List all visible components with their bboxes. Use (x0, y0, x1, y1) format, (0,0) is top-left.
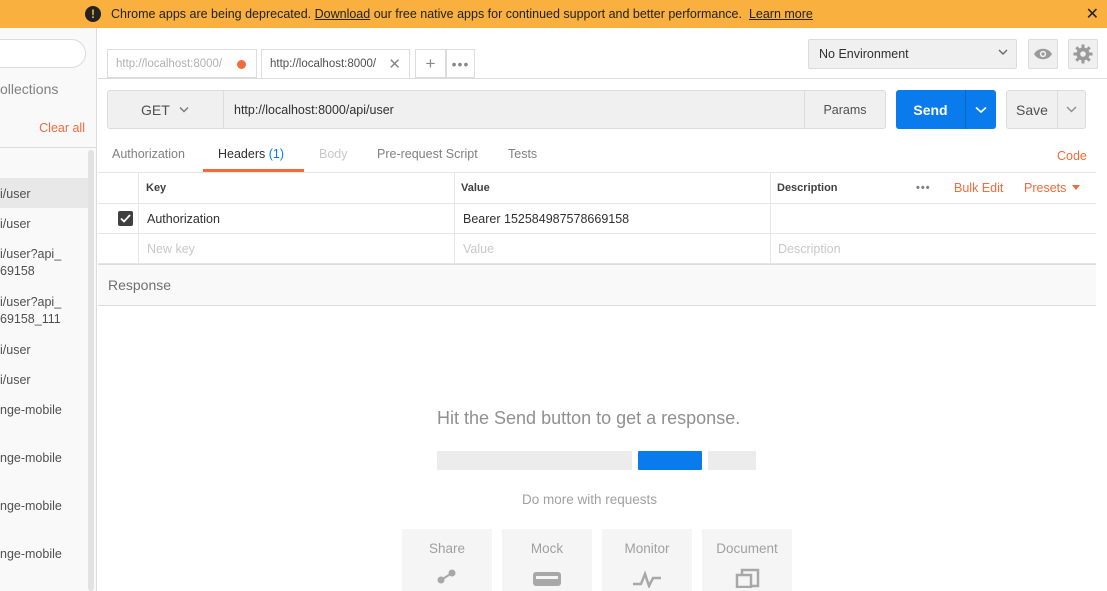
tab-body[interactable]: Body (319, 147, 348, 161)
card-mock[interactable]: Mock (502, 529, 592, 591)
response-header: Response (98, 264, 1096, 306)
method-select[interactable]: GET (107, 90, 224, 129)
checkbox-checked-icon (118, 211, 133, 226)
save-button[interactable]: Save (1006, 90, 1058, 129)
history-list: i/user i/user i/user?api_ 69158 i/user?a… (0, 178, 88, 586)
headers-table-head: Key Value Description ••• Bulk Edit Pres… (98, 172, 1096, 204)
gear-icon (1073, 44, 1093, 64)
header-value-cell[interactable]: Bearer 152584987578669158 (463, 204, 629, 233)
request-tab-2-label: http://localhost:8000/ (270, 57, 377, 70)
server-icon (533, 572, 561, 586)
headers-count: (1) (268, 147, 285, 161)
column-header-key: Key (146, 182, 167, 194)
chevron-down-icon (998, 49, 1008, 55)
send-button[interactable]: Send (896, 90, 965, 129)
card-monitor[interactable]: Monitor (602, 529, 692, 591)
close-tab-icon[interactable]: ✕ (388, 55, 401, 73)
history-item[interactable]: i/user (0, 334, 88, 364)
new-key-input[interactable]: New key (147, 234, 195, 263)
tabs-divider (98, 78, 1107, 79)
history-item[interactable]: nge-mobile (0, 442, 88, 490)
new-description-input[interactable]: Description (778, 234, 841, 263)
caret-down-icon (1072, 185, 1081, 190)
history-item[interactable]: i/user (0, 178, 88, 208)
new-value-input[interactable]: Value (463, 234, 494, 263)
presets-label: Presets (1024, 181, 1067, 195)
environment-quick-look-button[interactable] (1028, 39, 1058, 69)
column-header-value: Value (461, 182, 490, 194)
presets-dropdown[interactable]: Presets (1024, 173, 1081, 203)
eye-icon (1034, 48, 1052, 60)
params-button[interactable]: Params (804, 90, 886, 129)
share-icon (437, 569, 456, 584)
card-document[interactable]: Document (702, 529, 792, 591)
card-mock-label: Mock (530, 541, 564, 556)
tab-pre-request-script[interactable]: Pre-request Script (377, 147, 478, 161)
column-divider (454, 172, 455, 264)
column-divider (138, 172, 139, 264)
sidebar-tab-collections[interactable]: ollections (0, 81, 58, 97)
placeholder-bar (708, 451, 756, 470)
tab-more-button[interactable]: ••• (446, 49, 475, 78)
learn-more-link[interactable]: Learn more (749, 7, 813, 21)
history-item[interactable]: i/user?api_ 69158_111 (0, 286, 88, 334)
code-link[interactable]: Code (1057, 149, 1087, 163)
card-share-label: Share (428, 541, 466, 556)
table-row: Authorization Bearer 152584987578669158 (98, 204, 1096, 234)
response-label: Response (108, 277, 172, 293)
banner-close-icon[interactable]: ✕ (1086, 4, 1099, 24)
header-enabled-checkbox[interactable] (118, 204, 133, 233)
download-link[interactable]: Download (315, 7, 371, 21)
tab-tests[interactable]: Tests (508, 147, 537, 161)
new-tab-button[interactable]: + (415, 49, 446, 78)
method-label: GET (141, 101, 170, 118)
unsaved-dot-icon (237, 60, 246, 69)
warning-icon: ! (85, 6, 101, 22)
tab-headers[interactable]: Headers (1) (218, 147, 284, 161)
history-item[interactable]: i/user?api_ 69158 (0, 238, 88, 286)
clear-all-button[interactable]: Clear all (39, 121, 85, 135)
history-item[interactable]: nge-mobile (0, 490, 88, 538)
column-divider (770, 172, 771, 264)
url-input[interactable]: http://localhost:8000/api/user (223, 90, 805, 129)
sidebar-search-input[interactable] (0, 39, 86, 68)
history-item[interactable]: nge-mobile (0, 538, 88, 586)
request-tab-2[interactable]: http://localhost:8000/ ✕ (261, 49, 410, 78)
history-item[interactable]: nge-mobile (0, 394, 88, 442)
chevron-down-icon (975, 106, 987, 113)
history-item[interactable]: i/user (0, 364, 88, 394)
environment-selected: No Environment (819, 47, 909, 61)
chevron-down-icon (1066, 106, 1077, 113)
history-item[interactable]: i/user (0, 208, 88, 238)
request-tab-1[interactable]: http://localhost:8000/ (107, 49, 257, 78)
table-row-new: New key Value Description (98, 234, 1096, 264)
request-tab-1-label: http://localhost:8000/ (116, 57, 223, 70)
manage-environments-button[interactable] (1068, 39, 1098, 69)
placeholder-bar-accent (638, 451, 702, 470)
chevron-down-icon (179, 107, 189, 113)
sidebar-divider (0, 147, 96, 148)
card-monitor-label: Monitor (624, 541, 670, 556)
tab-headers-label: Headers (218, 147, 266, 161)
send-dropdown-button[interactable] (965, 90, 996, 129)
document-icon (735, 568, 760, 588)
column-options-icon[interactable]: ••• (916, 173, 931, 203)
card-share[interactable]: Share (402, 529, 492, 591)
response-hint: Hit the Send button to get a response. (437, 408, 741, 428)
tab-authorization[interactable]: Authorization (112, 147, 185, 161)
pulse-icon (633, 570, 661, 588)
banner-text-after: our free native apps for continued suppo… (373, 7, 742, 21)
banner-text-before: Chrome apps are being deprecated. (111, 7, 312, 21)
placeholder-bar (437, 451, 632, 470)
bulk-edit-link[interactable]: Bulk Edit (954, 173, 1003, 203)
card-document-label: Document (716, 541, 778, 556)
do-more-heading: Do more with requests (522, 492, 658, 507)
deprecation-banner: ! Chrome apps are being deprecated. Down… (0, 0, 1107, 28)
save-dropdown-button[interactable] (1057, 90, 1086, 129)
environment-select[interactable]: No Environment (808, 39, 1017, 69)
header-key-cell[interactable]: Authorization (147, 204, 220, 233)
column-header-description: Description (777, 182, 838, 194)
sidebar-scrollbar[interactable] (88, 150, 94, 591)
